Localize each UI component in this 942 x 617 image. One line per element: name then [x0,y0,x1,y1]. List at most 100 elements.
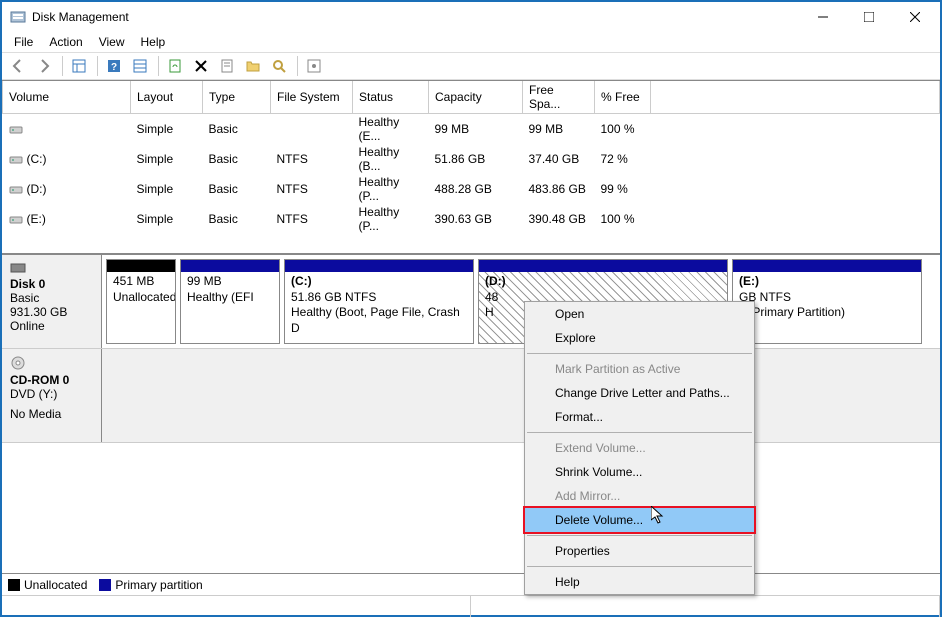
content-area: VolumeLayoutTypeFile SystemStatusCapacit… [2,80,940,595]
context-menu-item[interactable]: Explore [525,326,754,350]
volume-name: (C:) [27,152,47,166]
menu-view[interactable]: View [91,33,133,51]
show-hide-tree-button[interactable] [67,54,91,78]
open-folder-icon[interactable] [241,54,265,78]
legend-item: Primary partition [99,578,202,592]
column-header[interactable]: Volume [3,81,131,114]
volume-layout: Simple [131,174,203,204]
volume-fs: NTFS [271,144,353,174]
partition-status: Healthy (EFI [187,290,273,306]
menu-action[interactable]: Action [41,33,90,51]
context-menu-separator [527,535,752,536]
delete-icon[interactable] [189,54,213,78]
volume-layout: Simple [131,114,203,145]
maximize-button[interactable] [846,2,892,32]
disk-0-name: Disk 0 [10,277,93,291]
volume-status: Healthy (P... [353,204,429,234]
minimize-button[interactable] [800,2,846,32]
explore-icon[interactable] [267,54,291,78]
partition-size: 451 MB [113,274,169,290]
volume-list-header[interactable]: VolumeLayoutTypeFile SystemStatusCapacit… [3,81,940,114]
volume-name: (E:) [27,212,46,226]
legend: UnallocatedPrimary partition [2,573,940,595]
volume-capacity: 488.28 GB [429,174,523,204]
view-list-button[interactable] [128,54,152,78]
column-header[interactable]: Layout [131,81,203,114]
partition-label: (D:) [485,274,721,290]
cdrom-state: No Media [10,407,93,421]
partition-label: (E:) [739,274,915,290]
partition-box[interactable]: (C:)51.86 GB NTFSHealthy (Boot, Page Fil… [284,259,474,344]
refresh-button[interactable] [163,54,187,78]
volume-pct: 100 % [595,204,651,234]
disk-row-0: Disk 0 Basic 931.30 GB Online 451 MBUnal… [2,255,940,349]
volume-status: Healthy (E... [353,114,429,145]
partition-colorbar [181,260,279,272]
close-button[interactable] [892,2,938,32]
volume-row[interactable]: (E:)SimpleBasicNTFSHealthy (P...390.63 G… [3,204,940,234]
context-menu-separator [527,353,752,354]
partition-colorbar [285,260,473,272]
volume-status: Healthy (P... [353,174,429,204]
context-menu-item[interactable]: Help [525,570,754,594]
menu-file[interactable]: File [6,33,41,51]
volume-free: 390.48 GB [523,204,595,234]
context-menu-item[interactable]: Properties [525,539,754,563]
context-menu-item[interactable]: Change Drive Letter and Paths... [525,381,754,405]
cdrom-info[interactable]: CD-ROM 0 DVD (Y:) No Media [2,349,102,442]
menu-help[interactable]: Help [133,33,174,51]
forward-button[interactable] [32,54,56,78]
titlebar: Disk Management [2,2,940,32]
volume-name: (D:) [27,182,47,196]
partition-colorbar [733,260,921,272]
toolbar-separator [158,56,159,76]
volume-pct: 100 % [595,114,651,145]
context-menu-item[interactable]: Shrink Volume... [525,460,754,484]
volume-pct: 99 % [595,174,651,204]
disk-row-cdrom: CD-ROM 0 DVD (Y:) No Media [2,349,940,443]
volume-status: Healthy (B... [353,144,429,174]
partition-status: Healthy (Boot, Page File, Crash D [291,305,467,336]
context-menu: OpenExploreMark Partition as ActiveChang… [524,301,755,595]
partition-label: (C:) [291,274,467,290]
toolbar-separator [62,56,63,76]
column-header[interactable]: % Free [595,81,651,114]
settings-icon[interactable] [302,54,326,78]
volume-fs: NTFS [271,174,353,204]
volume-row[interactable]: (D:)SimpleBasicNTFSHealthy (P...488.28 G… [3,174,940,204]
toolbar: ? [2,52,940,80]
column-header[interactable]: Type [203,81,271,114]
volume-fs: NTFS [271,204,353,234]
partition-size: 99 MB [187,274,273,290]
help-button[interactable]: ? [102,54,126,78]
context-menu-item[interactable]: Format... [525,405,754,429]
volume-row[interactable]: SimpleBasicHealthy (E...99 MB99 MB100 % [3,114,940,145]
partition-size: GB NTFS [739,290,915,306]
back-button[interactable] [6,54,30,78]
properties-icon[interactable] [215,54,239,78]
context-menu-item[interactable]: Delete Volume... [523,506,756,534]
column-header[interactable]: Status [353,81,429,114]
column-header[interactable]: Capacity [429,81,523,114]
partition-box[interactable]: 99 MBHealthy (EFI [180,259,280,344]
volume-layout: Simple [131,204,203,234]
column-header[interactable]: File System [271,81,353,114]
toolbar-separator [297,56,298,76]
context-menu-item[interactable]: Open [525,302,754,326]
context-menu-item: Add Mirror... [525,484,754,508]
disk-0-type: Basic [10,291,93,305]
disk-0-info[interactable]: Disk 0 Basic 931.30 GB Online [2,255,102,348]
volume-list[interactable]: VolumeLayoutTypeFile SystemStatusCapacit… [2,81,940,253]
volume-type: Basic [203,114,271,145]
volume-fs [271,114,353,145]
disk-0-state: Online [10,319,93,333]
partition-box[interactable]: (E:)GB NTFSy (Primary Partition) [732,259,922,344]
volume-layout: Simple [131,144,203,174]
volume-row[interactable]: (C:)SimpleBasicNTFSHealthy (B...51.86 GB… [3,144,940,174]
statusbar [2,595,940,617]
column-header[interactable]: Free Spa... [523,81,595,114]
disk-0-size: 931.30 GB [10,305,93,319]
partition-status: y (Primary Partition) [739,305,915,321]
partition-colorbar [479,260,727,272]
partition-box[interactable]: 451 MBUnallocated [106,259,176,344]
